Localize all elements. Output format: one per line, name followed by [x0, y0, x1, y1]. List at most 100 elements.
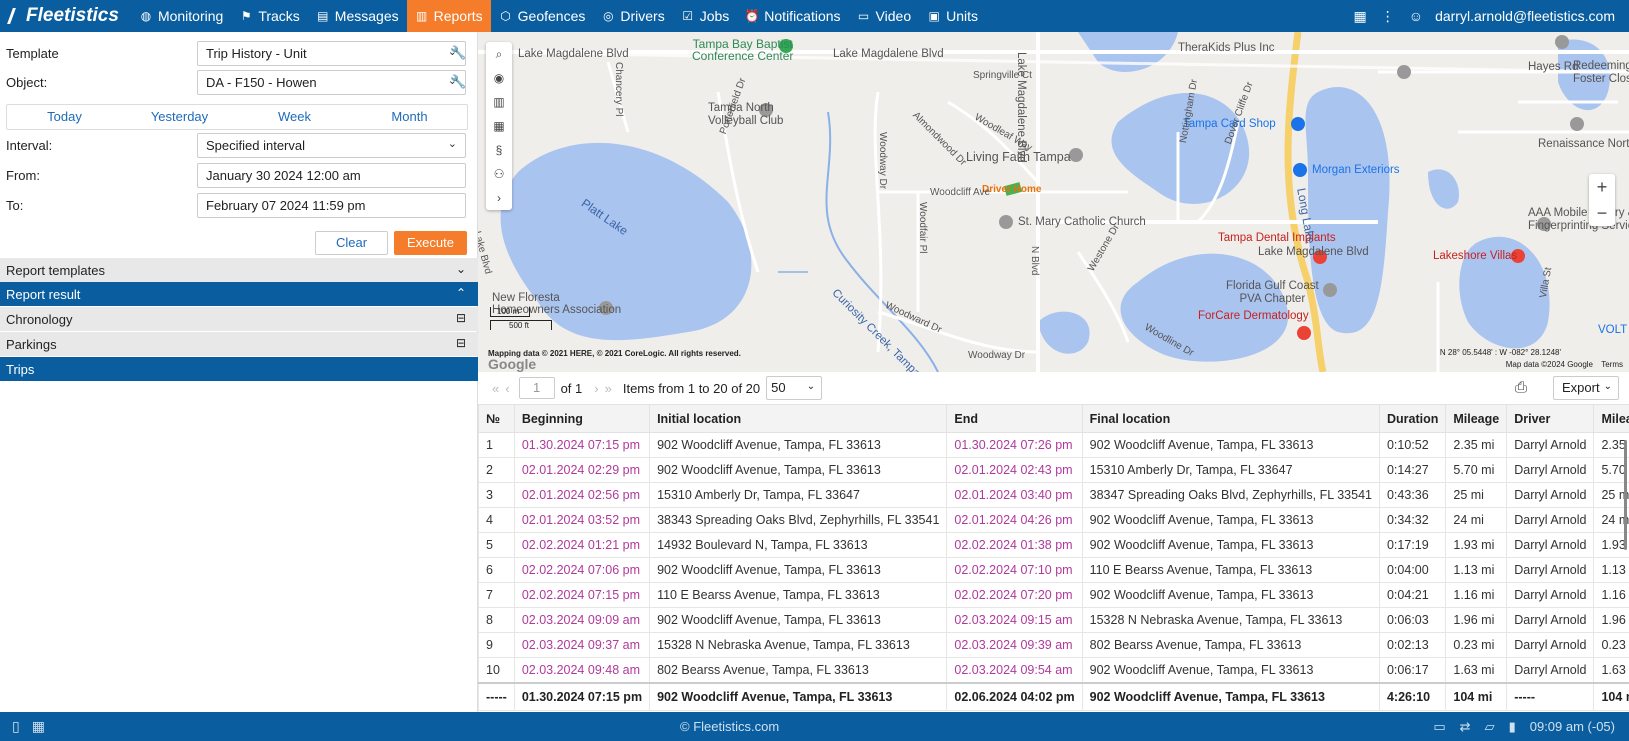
column-header[interactable]: Mileage — [1445, 404, 1508, 433]
map-view[interactable]: Lake Magdalene Blvd Lake Magdalene Blvd … — [478, 32, 1629, 372]
time-link[interactable]: 02.02.2024 07:10 pm — [946, 557, 1083, 583]
route-icon[interactable]: § — [496, 138, 503, 162]
eye-icon[interactable]: ◉ — [494, 66, 504, 90]
column-header[interactable]: № — [478, 404, 515, 433]
table-row[interactable]: 7 02.02.2024 07:15 pm 110 E Bearss Avenue,… — [478, 582, 1629, 608]
nav-item-drivers[interactable]: ◎ Drivers — [593, 0, 672, 32]
prev-page-icon[interactable]: ‹ — [505, 381, 509, 396]
template-select[interactable]: Trip History - Unit ⌄ — [197, 41, 466, 66]
nav-item-units[interactable]: ▣ Units — [919, 0, 986, 32]
time-link[interactable]: 02.03.2024 09:09 am — [513, 607, 651, 633]
time-link[interactable]: 02.01.2024 02:43 pm — [946, 457, 1083, 483]
chevron-right-icon[interactable]: › — [497, 186, 501, 210]
time-link[interactable]: 02.01.2024 03:40 pm — [946, 482, 1083, 508]
battery-icon[interactable]: ▮ — [1509, 719, 1516, 735]
nav-item-tracks[interactable]: ⚑ Tracks — [231, 0, 307, 32]
time-link[interactable]: 02.02.2024 07:20 pm — [946, 582, 1083, 608]
time-link[interactable]: 01.30.2024 07:26 pm — [946, 432, 1083, 458]
time-link[interactable]: 02.02.2024 07:15 pm — [513, 582, 651, 608]
nav-item-monitoring[interactable]: ◍ Monitoring — [131, 0, 231, 32]
zoom-in-button[interactable]: + — [1589, 174, 1615, 200]
chat-icon[interactable]: ▱ — [1485, 719, 1495, 735]
nav-item-video[interactable]: ▭ Video — [849, 0, 920, 32]
clear-button[interactable]: Clear — [315, 231, 388, 255]
column-header[interactable]: Initial location — [649, 404, 948, 433]
panel-trips[interactable]: Trips — [0, 357, 478, 381]
user-email[interactable]: darryl.arnold@fleetistics.com — [1435, 8, 1615, 24]
to-date-input[interactable]: February 07 2024 11:59 pm — [197, 193, 466, 218]
page-input[interactable]: 1 — [518, 377, 555, 399]
period-month[interactable]: Month — [352, 105, 467, 129]
first-page-icon[interactable]: « — [492, 381, 499, 396]
time-link[interactable]: 02.03.2024 09:37 am — [513, 632, 651, 658]
last-page-icon[interactable]: » — [605, 381, 612, 396]
time-link[interactable]: 02.03.2024 09:15 am — [946, 607, 1083, 633]
layout-toggle-icon[interactable]: ▯ — [12, 718, 20, 735]
column-header[interactable]: Beginning — [513, 404, 651, 433]
period-today[interactable]: Today — [7, 105, 122, 129]
panel-chronology[interactable]: Chronology ⊟ — [0, 307, 478, 331]
apps-grid-icon[interactable]: ▦ — [32, 718, 45, 735]
wrench-icon[interactable]: 🔧 — [450, 74, 466, 90]
object-select[interactable]: DA - F150 - Howen ⌄ — [197, 70, 466, 95]
interval-select[interactable]: Specified interval ⌄ — [197, 133, 466, 158]
table-icon[interactable]: ⊟ — [456, 311, 466, 325]
user-icon[interactable]: ☺ — [1409, 8, 1423, 24]
tracks-icon[interactable]: ⚇ — [494, 162, 505, 186]
brand-logo[interactable]: Fleetistics — [0, 5, 131, 27]
page-size-select[interactable]: 50 ⌄ — [766, 376, 823, 400]
next-page-icon[interactable]: › — [594, 381, 598, 396]
column-header[interactable]: Duration — [1378, 404, 1447, 433]
monitor-icon[interactable]: ▭ — [1433, 719, 1445, 735]
nav-item-geofences[interactable]: ⬡ Geofences — [491, 0, 594, 32]
time-link[interactable]: 02.03.2024 09:39 am — [946, 632, 1083, 658]
execute-button[interactable]: Execute — [394, 231, 467, 255]
table-row[interactable]: 6 02.02.2024 07:06 pm 902 Woodcliff Avenue… — [478, 557, 1629, 583]
table-row[interactable]: 10 02.03.2024 09:48 am 802 Bearss Avenue, … — [478, 657, 1629, 683]
map-layers-icon[interactable]: ▥ — [493, 90, 504, 114]
column-header[interactable]: End — [946, 404, 1083, 433]
time-link[interactable]: 02.01.2024 02:29 pm — [513, 457, 651, 483]
table-scrollbar[interactable] — [1624, 440, 1627, 550]
from-date-input[interactable]: January 30 2024 12:00 am — [197, 163, 466, 188]
time-link[interactable]: 02.02.2024 07:06 pm — [513, 557, 651, 583]
period-yesterday[interactable]: Yesterday — [122, 105, 237, 129]
export-button[interactable]: Export ⌄ — [1553, 376, 1619, 400]
time-link[interactable]: 02.01.2024 03:52 pm — [513, 507, 651, 533]
panel-parkings[interactable]: Parkings ⊟ — [0, 332, 478, 356]
column-header[interactable]: Mileage (adju — [1593, 404, 1629, 433]
table-row[interactable]: 5 02.02.2024 01:21 pm 14932 Boulevard N, T… — [478, 532, 1629, 558]
more-vertical-icon[interactable]: ⋮ — [1381, 8, 1395, 25]
time-link[interactable]: 02.02.2024 01:21 pm — [513, 532, 651, 558]
map-label-driver-home[interactable]: Driver Home — [982, 184, 1041, 195]
print-icon[interactable]: ⎙ — [1515, 379, 1527, 396]
table-icon[interactable]: ⊟ — [456, 336, 466, 350]
calendar-icon[interactable]: ▦ — [493, 114, 504, 138]
column-header[interactable]: Driver — [1506, 404, 1595, 433]
nav-item-reports[interactable]: ▥ Reports — [406, 0, 491, 32]
table-row[interactable]: 9 02.03.2024 09:37 am 15328 N Nebraska Ave… — [478, 632, 1629, 658]
panel-report-templates[interactable]: Report templates ⌄ — [0, 258, 478, 282]
time-link[interactable]: 02.02.2024 01:38 pm — [946, 532, 1083, 558]
column-header[interactable]: Final location — [1081, 404, 1380, 433]
connection-icon[interactable]: ⇄ — [1460, 719, 1471, 735]
time-link[interactable]: 02.03.2024 09:54 am — [946, 657, 1083, 683]
period-week[interactable]: Week — [237, 105, 352, 129]
panel-report-result[interactable]: Report result ⌃ — [0, 282, 478, 306]
time-link[interactable]: 01.30.2024 07:15 pm — [513, 432, 651, 458]
map-terms-link[interactable]: Terms — [1601, 360, 1623, 369]
apps-grid-icon[interactable]: ▦ — [1354, 8, 1367, 25]
nav-item-jobs[interactable]: ☑ Jobs — [673, 0, 738, 32]
time-link[interactable]: 02.01.2024 02:56 pm — [513, 482, 651, 508]
time-link[interactable]: 02.03.2024 09:48 am — [513, 657, 651, 683]
time-link[interactable]: 02.01.2024 04:26 pm — [946, 507, 1083, 533]
nav-item-notifications[interactable]: ⏰ Notifications — [737, 0, 848, 32]
nav-item-messages[interactable]: ▤ Messages — [308, 0, 407, 32]
wrench-icon[interactable]: 🔧 — [450, 45, 466, 61]
search-icon[interactable]: ⌕ — [496, 42, 503, 66]
table-row[interactable]: 4 02.01.2024 03:52 pm 38343 Spreading Oaks… — [478, 507, 1629, 533]
table-row[interactable]: 8 02.03.2024 09:09 am 902 Woodcliff Avenue… — [478, 607, 1629, 633]
table-row[interactable]: 2 02.01.2024 02:29 pm 902 Woodcliff Avenue… — [478, 457, 1629, 483]
table-row[interactable]: 3 02.01.2024 02:56 pm 15310 Amberly Dr, Ta… — [478, 482, 1629, 508]
zoom-out-button[interactable]: − — [1589, 200, 1615, 226]
